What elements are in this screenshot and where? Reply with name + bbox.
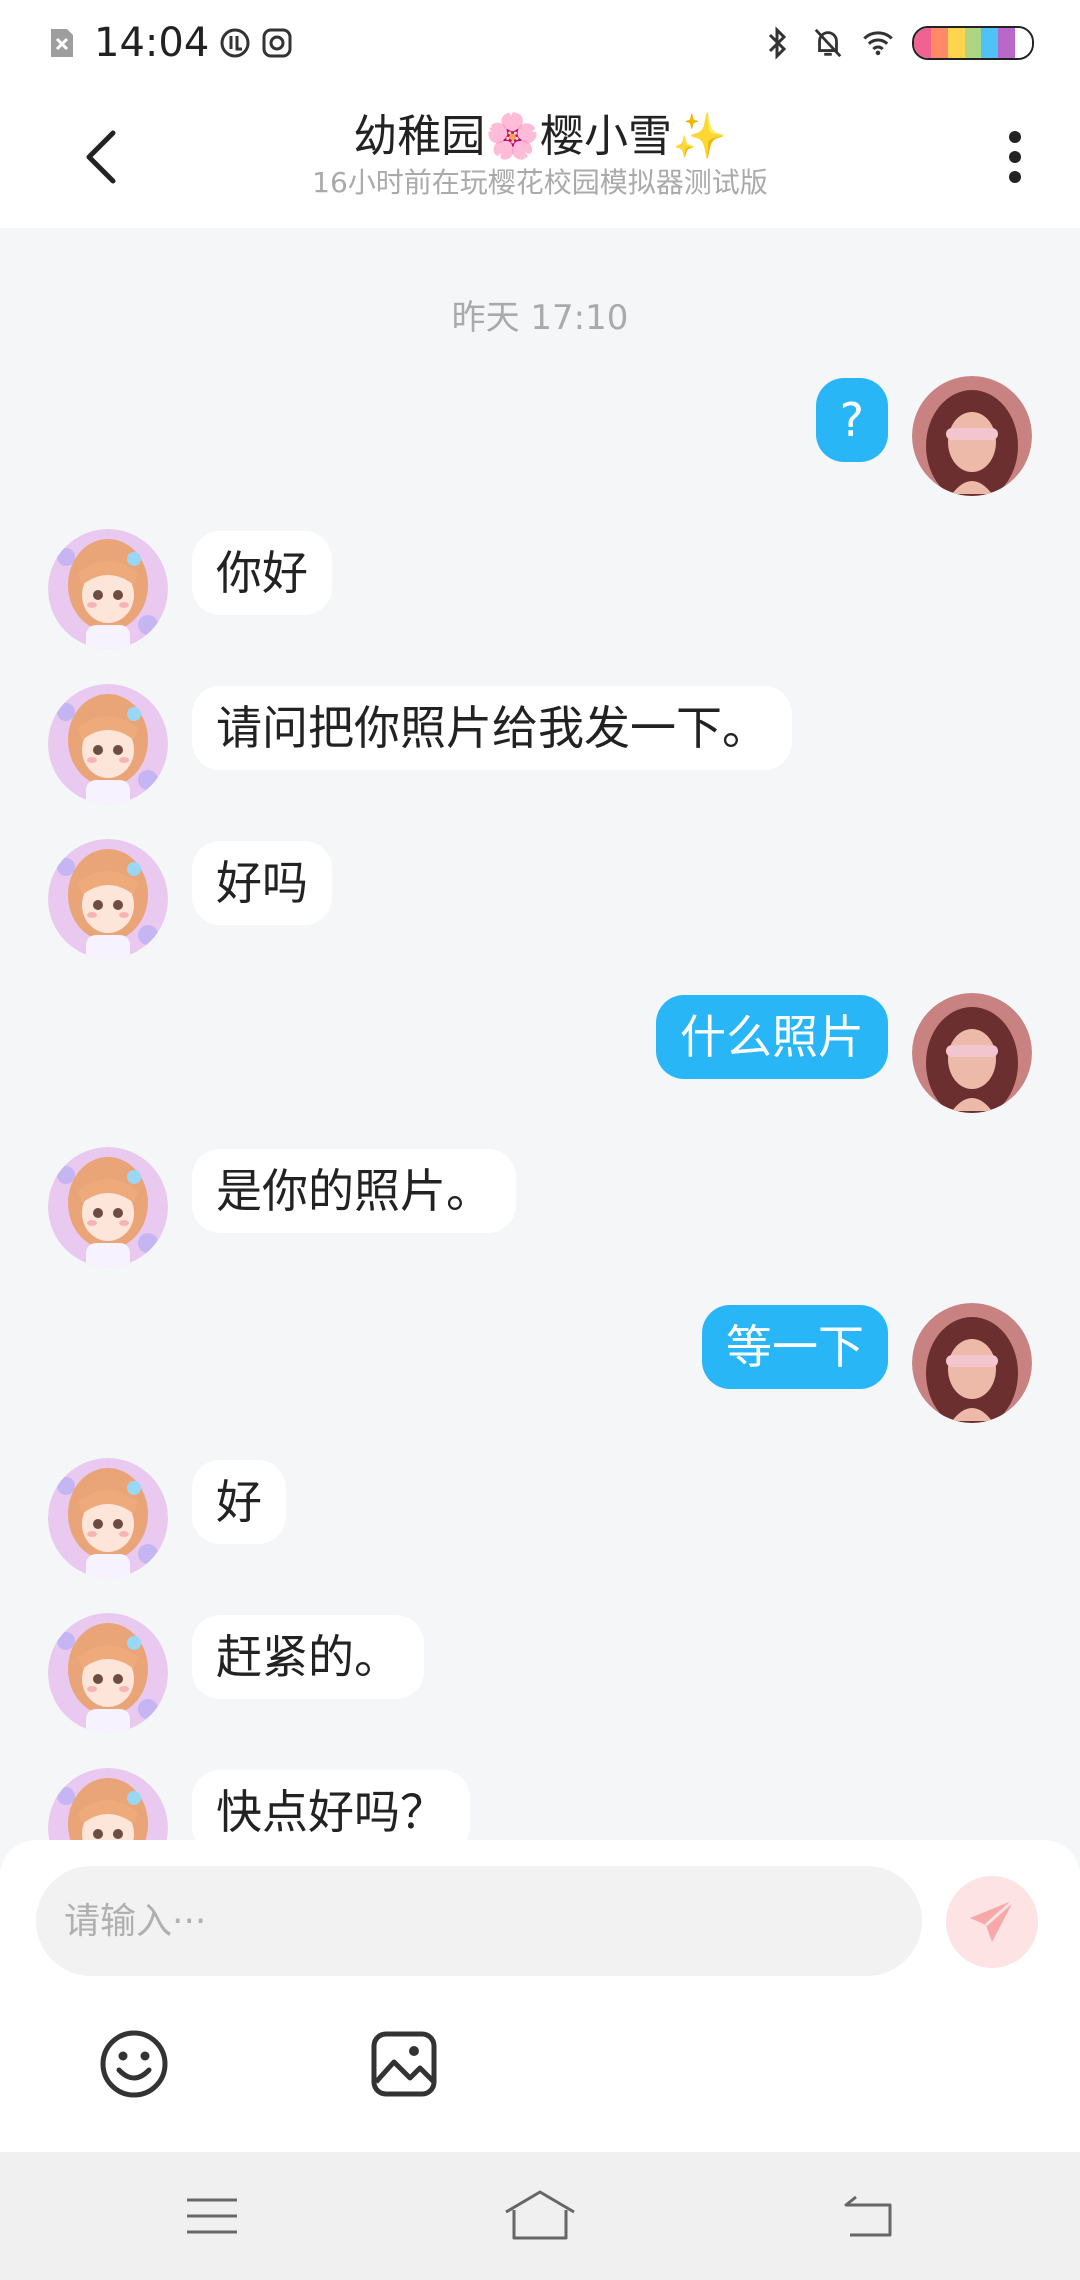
contact-avatar[interactable] [48,1147,168,1267]
title-block: 幼稚园🌸樱小雪✨ 16小时前在玩樱花校园模拟器测试版 [0,108,1080,200]
contact-avatar[interactable] [48,1768,168,1840]
sim-off-icon [46,27,78,59]
more-options-button[interactable] [990,122,1040,192]
contact-avatar[interactable] [48,529,168,649]
chat-subtitle: 16小时前在玩樱花校园模拟器测试版 [312,166,768,199]
my-avatar[interactable] [912,376,1032,496]
chat-messages[interactable]: 昨天 17:10 ? 你好请问把你照片给我发一下。 好吗什么照片是你的照片。等一下好… [0,228,1080,1840]
contact-avatar[interactable] [48,684,168,804]
nav-back-button[interactable] [832,2180,904,2252]
paper-plane-icon [970,1898,1015,1942]
game-mode-icon [261,27,293,59]
message-bubble[interactable]: 好吗 [192,841,332,925]
more-vertical-icon [1009,131,1021,183]
image-icon [371,2031,437,2097]
message-bubble[interactable]: 是你的照片。 [192,1149,516,1233]
composer-panel [0,1840,1080,2152]
message-bubble[interactable]: 等一下 [702,1305,888,1389]
message-bubble[interactable]: ? [815,378,888,462]
status-bar: 14:04 [0,0,1080,86]
data-saver-icon [219,27,251,59]
emoji-button[interactable] [94,2024,174,2104]
status-right [762,18,1034,68]
my-avatar[interactable] [912,1303,1032,1423]
contact-avatar[interactable] [48,1458,168,1578]
my-avatar[interactable] [912,993,1032,1113]
bluetooth-icon [762,26,794,60]
contact-avatar[interactable] [48,1613,168,1733]
chat-title: 幼稚园🌸樱小雪✨ [353,111,727,162]
home-icon [505,2190,575,2240]
return-icon [844,2195,892,2237]
message-timestamp: 昨天 17:10 [451,298,629,338]
message-bubble[interactable]: 请问把你照片给我发一下。 [192,686,792,770]
nav-menu-button[interactable] [176,2180,248,2252]
system-nav-bar [0,2152,1080,2280]
message-bubble[interactable]: 快点好吗？ [192,1770,470,1840]
status-time: 14:04 [94,20,210,66]
message-input-box[interactable] [36,1866,922,1976]
smiley-icon [100,2030,168,2098]
contact-avatar[interactable] [48,839,168,959]
status-left: 14:04 [46,18,293,68]
message-bubble[interactable]: 好 [192,1460,286,1544]
message-bubble[interactable]: 你好 [192,531,332,615]
message-input[interactable] [36,1866,922,1976]
battery-icon [912,26,1034,60]
chat-header: 幼稚园🌸樱小雪✨ 16小时前在玩樱花校园模拟器测试版 [0,86,1080,228]
message-bubble[interactable]: 赶紧的。 [192,1615,424,1699]
image-button[interactable] [364,2024,444,2104]
bell-off-icon [812,27,844,59]
wifi-icon [862,27,894,59]
send-button[interactable] [946,1876,1038,1968]
menu-icon [187,2198,237,2234]
nav-home-button[interactable] [504,2180,576,2252]
message-bubble[interactable]: 什么照片 [656,995,888,1079]
